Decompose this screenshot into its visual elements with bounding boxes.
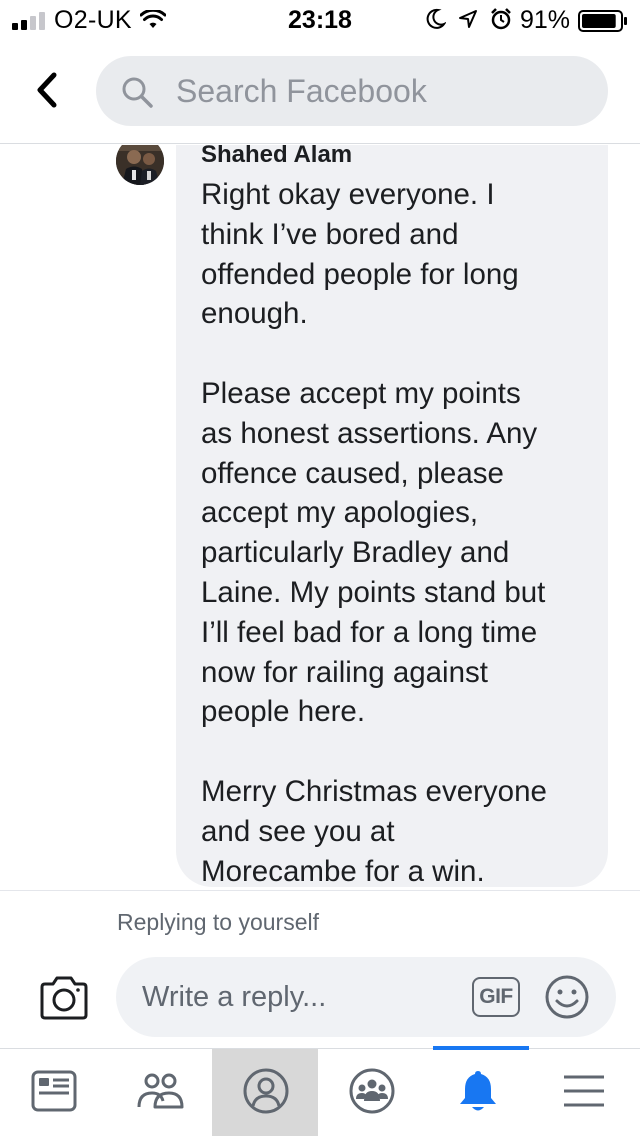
news-feed-icon — [31, 1070, 77, 1112]
search-header — [0, 40, 640, 144]
search-input[interactable] — [176, 56, 596, 126]
smiley-icon[interactable] — [544, 974, 590, 1020]
search-icon — [122, 77, 153, 108]
replying-to-label: Replying to yourself — [117, 909, 319, 935]
tab-friends[interactable] — [106, 1049, 212, 1136]
comment-author[interactable]: Shahed Alam — [201, 145, 352, 169]
reply-input[interactable] — [142, 957, 462, 1037]
battery-icon — [578, 10, 627, 32]
location-icon — [459, 10, 477, 28]
tab-groups[interactable] — [318, 1049, 424, 1136]
bottom-tab-bar — [0, 1046, 640, 1136]
gif-button[interactable]: GIF — [472, 977, 520, 1017]
tab-menu[interactable] — [530, 1049, 636, 1136]
comment-thread: Shahed Alam Right okay everyone. I think… — [0, 145, 640, 890]
notifications-bell-icon — [460, 1071, 496, 1111]
battery-percent: 91% — [520, 6, 571, 34]
avatar[interactable] — [116, 145, 164, 185]
moon-icon — [426, 8, 446, 29]
menu-icon — [564, 1075, 604, 1107]
tab-news-feed[interactable] — [0, 1049, 106, 1136]
tab-notifications[interactable] — [424, 1049, 530, 1136]
groups-icon — [349, 1068, 395, 1114]
chevron-left-icon[interactable] — [30, 70, 64, 110]
tab-profile[interactable] — [212, 1049, 318, 1136]
reply-composer: Replying to yourself GIF — [0, 890, 640, 1048]
camera-icon[interactable] — [38, 975, 90, 1021]
avatar-photo — [116, 145, 164, 185]
search-box[interactable] — [96, 56, 608, 126]
profile-icon — [243, 1068, 289, 1114]
friends-icon — [137, 1073, 184, 1109]
alarm-icon — [491, 8, 511, 30]
comment-body: Right okay everyone. I think I’ve bored … — [201, 178, 547, 888]
status-bar: O2-UK 23:18 91% — [0, 0, 640, 40]
reply-box[interactable]: GIF — [116, 957, 616, 1037]
